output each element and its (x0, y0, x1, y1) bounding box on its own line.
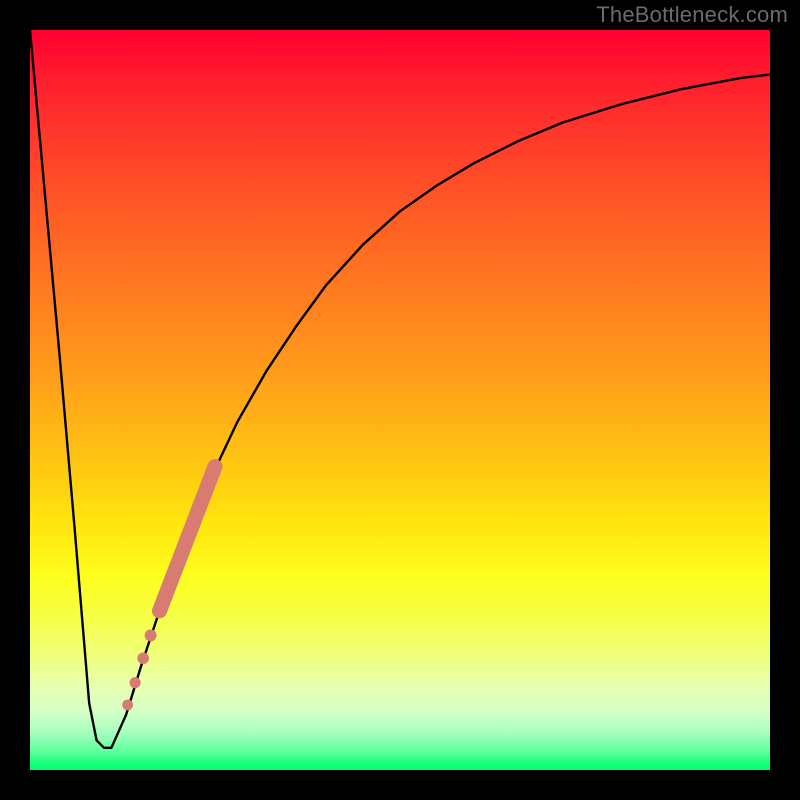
chart-svg (30, 30, 770, 770)
marker-dot-2 (137, 652, 149, 664)
marker-dot-3 (129, 677, 140, 688)
curve-curve (30, 30, 770, 748)
marker-dot-4 (122, 699, 133, 710)
chart-frame: TheBottleneck.com (0, 0, 800, 800)
marker-segment (160, 467, 216, 611)
plot-area (30, 30, 770, 770)
watermark-label: TheBottleneck.com (596, 2, 788, 28)
marker-dot-1 (145, 629, 157, 641)
